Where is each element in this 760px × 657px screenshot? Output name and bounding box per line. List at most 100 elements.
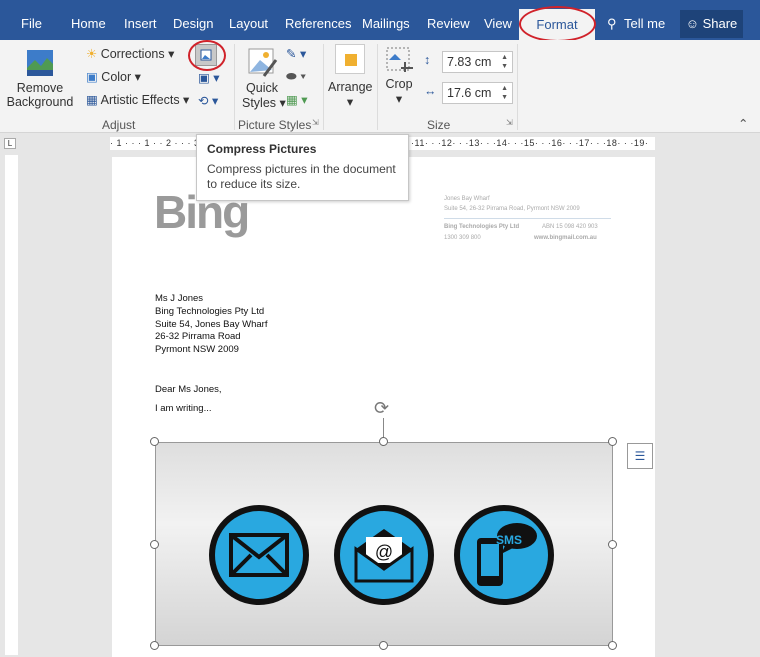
height-spinner[interactable]: ▲ ▼ bbox=[501, 53, 508, 71]
tab-file[interactable]: File bbox=[21, 16, 42, 31]
picture-border-button[interactable]: ✎ ▾ bbox=[286, 46, 306, 61]
resize-handle[interactable] bbox=[379, 437, 388, 446]
phone-icon bbox=[477, 523, 537, 586]
tab-view[interactable]: View bbox=[484, 16, 512, 31]
salutation: Dear Ms Jones, bbox=[155, 384, 222, 395]
share-button[interactable]: ☺ Share bbox=[680, 10, 743, 38]
picture-styles-launcher[interactable]: ⇲ bbox=[312, 118, 319, 127]
sms-label: SMS bbox=[496, 533, 523, 547]
size-group-label: Size bbox=[427, 118, 451, 132]
email-envelope-icon: @ bbox=[354, 529, 414, 583]
resize-handle[interactable] bbox=[608, 540, 617, 549]
color-icon: ▣ bbox=[86, 70, 98, 84]
size-launcher[interactable]: ⇲ bbox=[506, 118, 513, 127]
address-line: Bing Technologies Pty Ltd bbox=[155, 305, 265, 317]
header-phone: 1300 309 800 bbox=[444, 235, 481, 241]
remove-label-1: Remove bbox=[16, 81, 64, 95]
collapse-ribbon-button[interactable]: ⌃ bbox=[738, 116, 748, 131]
picture-effects-button[interactable]: ⬬ ▾ bbox=[286, 69, 306, 84]
sms-circle: SMS bbox=[454, 505, 554, 605]
width-value: 17.6 cm bbox=[447, 86, 492, 100]
resize-handle[interactable] bbox=[150, 540, 159, 549]
resize-handle[interactable] bbox=[379, 641, 388, 650]
highlight-circle bbox=[519, 6, 596, 42]
height-icon: ↕ bbox=[424, 53, 431, 67]
address-line: 26-32 Pirrama Road bbox=[155, 331, 241, 343]
tab-mailings[interactable]: Mailings bbox=[362, 16, 410, 31]
sun-icon: ☀ bbox=[86, 47, 98, 61]
body-text: I am writing... bbox=[155, 403, 212, 414]
reset-picture-button[interactable]: ⟲ ▾ bbox=[198, 93, 218, 108]
tab-home[interactable]: Home bbox=[71, 16, 106, 31]
artistic-effects-label: Artistic Effects bbox=[100, 93, 180, 107]
ribbon: Remove Background ☀ Corrections ▾ ▣ Colo… bbox=[0, 40, 760, 133]
arrange-button[interactable]: Arrange ▾ bbox=[328, 44, 372, 109]
color-button[interactable]: ▣ Color ▾ bbox=[86, 69, 141, 84]
quick-styles-icon bbox=[248, 48, 278, 77]
tell-me-icon: ⚲ bbox=[607, 16, 617, 31]
remove-label-2: Background bbox=[6, 95, 74, 109]
corrections-label: Corrections bbox=[100, 47, 165, 61]
artistic-effects-button[interactable]: ▦ Artistic Effects ▾ bbox=[86, 92, 189, 107]
address-line: Pyrmont NSW 2009 bbox=[155, 344, 239, 356]
change-picture-button[interactable]: ▣ ▾ bbox=[198, 70, 220, 85]
address-block: Ms J Jones Bing Technologies Pty Ltd Sui… bbox=[155, 293, 267, 357]
rotate-handle-icon[interactable]: ⟳ bbox=[374, 398, 389, 419]
divider bbox=[517, 44, 518, 130]
tab-references[interactable]: References bbox=[285, 16, 351, 31]
height-input[interactable]: 7.83 cm ▲ ▼ bbox=[442, 51, 513, 73]
resize-handle[interactable] bbox=[608, 641, 617, 650]
header-company: Bing Technologies Pty Ltd bbox=[444, 224, 520, 230]
quick-label-1: Quick bbox=[246, 81, 278, 95]
quick-label-2: Styles bbox=[242, 96, 277, 110]
header-line2: Suite 54, 26-32 Pirrama Road, Pyrmont NS… bbox=[444, 206, 580, 212]
width-spinner[interactable]: ▲ ▼ bbox=[501, 84, 508, 102]
tab-insert[interactable]: Insert bbox=[124, 16, 157, 31]
crop-icon bbox=[386, 47, 413, 72]
picture-layout-button[interactable]: ▦ ▾ bbox=[286, 92, 308, 107]
envelope-icon bbox=[229, 533, 289, 577]
quick-styles-button[interactable]: Quick Styles ▾ bbox=[242, 46, 286, 110]
remove-background-icon bbox=[27, 50, 53, 76]
person-icon: ☺ bbox=[685, 16, 699, 31]
share-label: Share bbox=[702, 16, 738, 31]
arrange-label: Arrange bbox=[328, 80, 373, 94]
header-abn: ABN 15 098 420 903 bbox=[542, 224, 598, 230]
height-value: 7.83 cm bbox=[447, 55, 492, 69]
divider bbox=[234, 44, 235, 130]
highlight-circle bbox=[188, 40, 226, 71]
svg-text:@: @ bbox=[375, 542, 393, 562]
layout-options-button[interactable]: ☰ bbox=[627, 443, 653, 469]
email-circle: @ bbox=[334, 505, 434, 605]
tab-layout[interactable]: Layout bbox=[229, 16, 268, 31]
crop-button[interactable]: Crop ▾ bbox=[384, 46, 414, 106]
tab-selector[interactable]: L bbox=[4, 138, 16, 149]
resize-handle[interactable] bbox=[150, 437, 159, 446]
tab-review[interactable]: Review bbox=[427, 16, 470, 31]
resize-handle[interactable] bbox=[150, 641, 159, 650]
address-line: Ms J Jones bbox=[155, 293, 204, 304]
selected-picture[interactable]: @ SMS bbox=[155, 442, 613, 646]
width-input[interactable]: 17.6 cm ▲ ▼ bbox=[442, 82, 513, 104]
tab-design[interactable]: Design bbox=[173, 16, 213, 31]
envelope-circle bbox=[209, 505, 309, 605]
divider bbox=[377, 44, 378, 130]
tooltip: Compress Pictures Compress pictures in t… bbox=[196, 134, 409, 201]
adjust-group-label: Adjust bbox=[102, 118, 136, 132]
header-divider bbox=[444, 218, 611, 219]
picture-styles-group-label: Picture Styles bbox=[238, 118, 312, 132]
header-web: www.bingmail.com.au bbox=[534, 235, 597, 241]
divider bbox=[323, 44, 324, 130]
vertical-ruler[interactable] bbox=[5, 155, 18, 655]
resize-handle[interactable] bbox=[608, 437, 617, 446]
tooltip-body: Compress pictures in the document to red… bbox=[207, 162, 396, 191]
header-line1: Jones Bay Wharf bbox=[444, 196, 490, 202]
width-icon: ↔ bbox=[424, 84, 437, 98]
color-label: Color bbox=[101, 70, 132, 84]
tell-me-search[interactable]: Tell me bbox=[624, 16, 665, 31]
tooltip-title: Compress Pictures bbox=[207, 142, 317, 156]
remove-background-button[interactable]: Remove Background bbox=[5, 44, 75, 114]
address-line: Suite 54, Jones Bay Wharf bbox=[155, 318, 268, 330]
corrections-button[interactable]: ☀ Corrections ▾ bbox=[86, 46, 174, 61]
artistic-effects-icon: ▦ bbox=[86, 93, 98, 107]
